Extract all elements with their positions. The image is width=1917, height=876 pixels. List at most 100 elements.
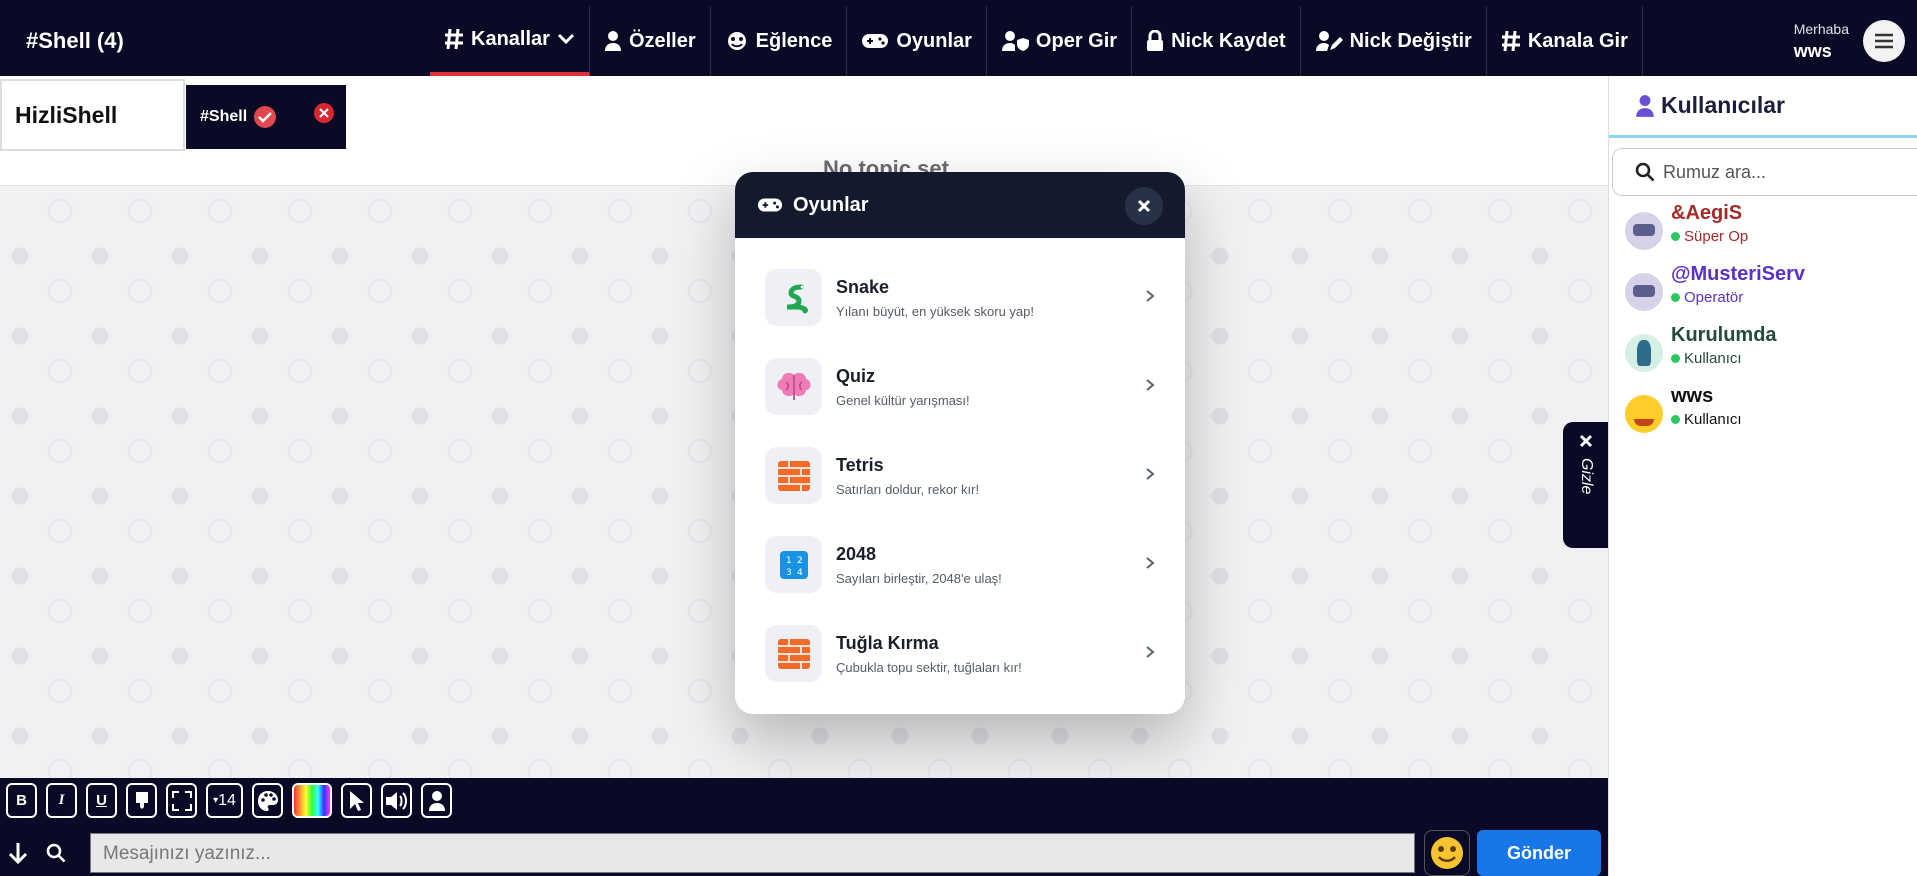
highlighter-icon bbox=[135, 791, 148, 809]
emoji-button[interactable] bbox=[1424, 830, 1470, 876]
user-role-label: Kullanıcı bbox=[1684, 411, 1742, 428]
nav-eglence[interactable]: Eğlence bbox=[711, 6, 848, 76]
online-indicator bbox=[1671, 293, 1680, 302]
game-desc: Sayıları birleştir, 2048'e ulaş! bbox=[836, 570, 1002, 586]
avatar bbox=[1625, 273, 1663, 311]
fullscreen-button[interactable] bbox=[166, 783, 197, 818]
user-icon bbox=[1636, 94, 1654, 117]
game-item-tetris[interactable]: Tetris Satırları doldur, rekor kır! bbox=[735, 431, 1185, 520]
nav-kanallar[interactable]: Kanallar bbox=[430, 6, 590, 76]
user-name: @MusteriServ bbox=[1671, 263, 1805, 285]
nav-nick-degistir[interactable]: Nick Değiştir bbox=[1301, 6, 1487, 76]
user-role: Operatör bbox=[1671, 289, 1805, 306]
nav-label: Özeller bbox=[628, 29, 696, 52]
chevron-right-icon bbox=[1146, 557, 1155, 569]
user-role-label: Operatör bbox=[1684, 289, 1744, 306]
volume-icon bbox=[385, 791, 407, 810]
chevron-right-icon bbox=[1146, 290, 1155, 302]
menu-button[interactable] bbox=[1863, 20, 1905, 62]
tab-close-button[interactable] bbox=[314, 103, 334, 123]
modal-close-button[interactable] bbox=[1125, 187, 1163, 225]
user-search-field[interactable]: Rumuz ara... bbox=[1612, 148, 1917, 196]
nav-oper-gir[interactable]: Oper Gir bbox=[987, 6, 1133, 76]
user-item[interactable]: &AegiS Süper Op bbox=[1609, 202, 1917, 263]
highlight-button[interactable] bbox=[126, 783, 157, 818]
game-desc: Satırları doldur, rekor kır! bbox=[836, 481, 980, 497]
user-role: Süper Op bbox=[1671, 228, 1748, 245]
close-icon bbox=[1579, 434, 1593, 448]
tabs-row: HizliShell #Shell No topic set bbox=[0, 76, 1608, 186]
nav-oyunlar[interactable]: Oyunlar bbox=[847, 6, 987, 76]
modal-header: Oyunlar bbox=[735, 172, 1185, 238]
users-sidebar: Kullanıcılar Rumuz ara... &AegiS Süper O… bbox=[1608, 76, 1917, 876]
bold-button[interactable]: B bbox=[6, 783, 37, 818]
font-size-value: 14 bbox=[218, 791, 236, 809]
svg-text:1: 1 bbox=[786, 556, 792, 566]
message-input[interactable]: Mesajınızı yazınız... bbox=[90, 833, 1415, 873]
user-role-label: Kullanıcı bbox=[1684, 350, 1742, 367]
nav-ozeller[interactable]: Özeller bbox=[590, 6, 711, 76]
format-tools: B I U ▾ 14 bbox=[6, 783, 452, 818]
nav-kanala-gir[interactable]: Kanala Gir bbox=[1487, 6, 1643, 76]
color-palette-button[interactable] bbox=[252, 783, 283, 818]
bold-icon: B bbox=[16, 792, 27, 809]
arrow-down-icon[interactable] bbox=[8, 842, 28, 864]
user-search-placeholder: Rumuz ara... bbox=[1663, 161, 1767, 182]
user-list: &AegiS Süper Op @MusteriServ Operatör Ku… bbox=[1609, 202, 1917, 446]
sidebar-header: Kullanıcılar bbox=[1609, 76, 1917, 138]
font-size-select[interactable]: ▾ 14 bbox=[206, 783, 243, 818]
online-indicator bbox=[1671, 415, 1680, 424]
palette-icon bbox=[257, 790, 278, 811]
cursor-button[interactable] bbox=[341, 783, 372, 818]
nav-label: Oper Gir bbox=[1035, 29, 1118, 52]
hamburger-icon bbox=[1875, 33, 1893, 49]
user-greeting: Merhaba wws bbox=[1770, 6, 1917, 76]
italic-icon: I bbox=[58, 792, 65, 808]
send-button[interactable]: Gönder bbox=[1477, 830, 1601, 876]
italic-button[interactable]: I bbox=[46, 783, 77, 818]
hash-icon bbox=[1501, 30, 1520, 52]
tab-server[interactable]: HizliShell bbox=[0, 79, 185, 151]
game-item-tugla-kirma[interactable]: Tuğla Kırma Çubukla topu sektir, tuğlala… bbox=[735, 609, 1185, 698]
check-circle-icon bbox=[254, 106, 277, 128]
game-desc: Yılanı büyüt, en yüksek skoru yap! bbox=[836, 303, 1034, 319]
profile-button[interactable] bbox=[421, 783, 452, 818]
user-item[interactable]: @MusteriServ Operatör bbox=[1609, 263, 1917, 324]
avatar bbox=[1625, 212, 1663, 250]
sound-button[interactable] bbox=[381, 783, 412, 818]
game-item-quiz[interactable]: Quiz Genel kültür yarışması! bbox=[735, 342, 1185, 431]
close-icon bbox=[319, 108, 329, 118]
rainbow-text-button[interactable] bbox=[292, 783, 332, 818]
numbers-icon: 1234 bbox=[765, 536, 822, 593]
user-item[interactable]: wws Kullanıcı bbox=[1609, 385, 1917, 446]
user-shield-icon bbox=[1001, 31, 1029, 51]
game-title: Tetris bbox=[836, 454, 884, 475]
search-icon[interactable] bbox=[46, 843, 66, 863]
user-pen-icon bbox=[1315, 31, 1343, 51]
underline-button[interactable]: U bbox=[86, 783, 117, 818]
cursor-icon bbox=[349, 790, 364, 811]
emoji-icon bbox=[1431, 837, 1463, 869]
avatar bbox=[1625, 334, 1663, 372]
game-list: Snake Yılanı büyüt, en yüksek skoru yap!… bbox=[735, 253, 1185, 698]
hide-label: Gizle bbox=[1578, 458, 1595, 495]
tab-channel[interactable]: #Shell bbox=[186, 85, 346, 149]
games-modal: Oyunlar Snake Yılanı büyüt, en yüksek sk… bbox=[735, 172, 1185, 714]
greeting-text: Merhaba bbox=[1793, 20, 1849, 37]
game-title: 2048 bbox=[836, 543, 877, 564]
avatar bbox=[1625, 395, 1663, 433]
top-nav-bar: #Shell (4) Kanallar Özeller Eğlence Oyun… bbox=[0, 0, 1917, 76]
game-item-snake[interactable]: Snake Yılanı büyüt, en yüksek skoru yap! bbox=[735, 253, 1185, 342]
nav-nick-kaydet[interactable]: Nick Kaydet bbox=[1132, 6, 1301, 76]
snake-icon bbox=[765, 269, 822, 326]
user-item[interactable]: Kurulumda Kullanıcı bbox=[1609, 324, 1917, 385]
nav-label: Eğlence bbox=[755, 29, 833, 52]
greeting-username: wws bbox=[1793, 40, 1832, 61]
message-input-row: Mesajınızı yazınız... Gönder bbox=[0, 830, 1608, 876]
nav-label: Nick Değiştir bbox=[1349, 29, 1472, 52]
chevron-right-icon bbox=[1146, 379, 1155, 391]
nav-label: Oyunlar bbox=[896, 29, 972, 52]
hide-sidebar-button[interactable]: Gizle bbox=[1563, 422, 1609, 548]
game-item-2048[interactable]: 1234 2048 Sayıları birleştir, 2048'e ula… bbox=[735, 520, 1185, 609]
close-icon bbox=[1137, 199, 1151, 213]
